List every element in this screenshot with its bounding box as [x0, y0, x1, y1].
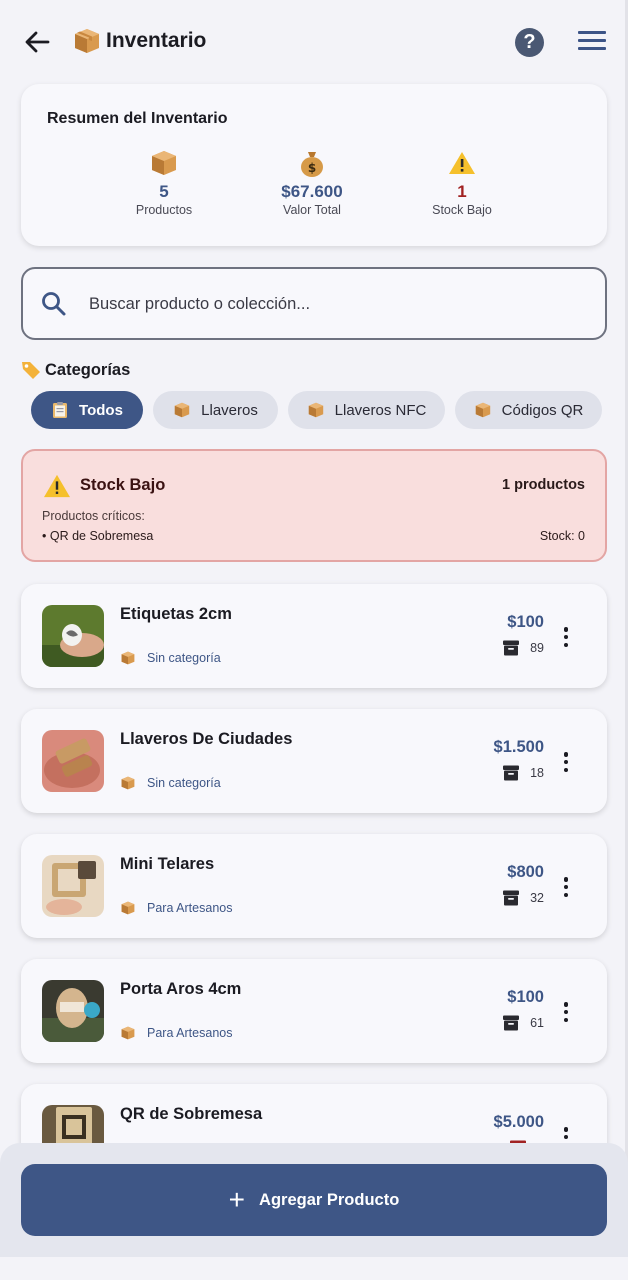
- categories-heading: Categorías: [20, 359, 130, 381]
- stat-low-stock-value: 1: [457, 182, 467, 201]
- category-chip-label: Todos: [79, 401, 123, 419]
- question-icon[interactable]: ?: [515, 28, 544, 57]
- product-price: $1.500: [493, 738, 544, 756]
- category-chip-llaveros[interactable]: Llaveros: [153, 391, 278, 429]
- stat-total-value-label: Valor Total: [283, 203, 341, 217]
- low-stock-count: 1 productos: [502, 477, 585, 493]
- search-bar[interactable]: [21, 267, 607, 340]
- product-category-label: Para Artesanos: [147, 901, 233, 915]
- plus-icon: +: [228, 1184, 246, 1215]
- stat-total-value: $ $67.600 Valor Total: [247, 148, 377, 217]
- product-stock: 61: [502, 1014, 544, 1032]
- search-icon: [42, 292, 66, 316]
- page-title-group: Inventario: [72, 26, 206, 56]
- tag-icon: [22, 362, 40, 379]
- svg-text:$: $: [308, 161, 316, 175]
- archive-box-icon: [503, 890, 520, 906]
- stat-low-stock-label: Stock Bajo: [432, 203, 492, 217]
- product-category: Sin categoría: [120, 650, 221, 666]
- product-stock-count: 32: [530, 891, 544, 905]
- product-category-label: Sin categoría: [147, 651, 221, 665]
- stat-low-stock: 1 Stock Bajo: [397, 148, 527, 217]
- category-chip-llaveros-nfc[interactable]: Llaveros NFC: [288, 391, 445, 429]
- product-thumbnail: [42, 855, 104, 917]
- add-product-label: Agregar Producto: [259, 1190, 400, 1209]
- bottom-safe-area: [0, 1257, 628, 1280]
- hamburger-menu-icon[interactable]: [578, 31, 606, 53]
- product-stock-count: 89: [530, 641, 544, 655]
- product-price: $800: [507, 863, 544, 881]
- category-chip-codigos-qr[interactable]: Códigos QR: [455, 391, 602, 429]
- app-header: Inventario ?: [0, 0, 628, 84]
- product-thumbnail: [42, 980, 104, 1042]
- stat-products: 5 Productos: [99, 148, 229, 217]
- product-stock: 32: [502, 889, 544, 907]
- arrow-left-icon[interactable]: [22, 27, 52, 57]
- low-stock-subtitle: Productos críticos:: [42, 509, 145, 523]
- more-options-icon[interactable]: [563, 877, 569, 897]
- warning-icon: [44, 474, 70, 498]
- clipboard-icon: [53, 402, 68, 418]
- package-icon: [308, 402, 323, 418]
- package-icon: [152, 151, 176, 175]
- stat-products-label: Productos: [135, 203, 193, 217]
- product-card[interactable]: Porta Aros 4cm Para Artesanos $100 61: [21, 959, 607, 1063]
- more-options-icon[interactable]: [563, 1002, 569, 1022]
- product-name: QR de Sobremesa: [120, 1105, 263, 1123]
- product-name: Llaveros De Ciudades: [120, 730, 293, 748]
- package-icon: [174, 402, 190, 418]
- page-title: Inventario: [106, 29, 207, 52]
- category-chip-label: Llaveros NFC: [334, 401, 427, 419]
- package-icon: [121, 651, 135, 665]
- product-price: $100: [507, 988, 544, 1006]
- stat-products-value: 5: [159, 182, 169, 201]
- archive-box-icon: [503, 640, 520, 656]
- product-category: Para Artesanos: [120, 1025, 232, 1041]
- stat-total-value-amount: $67.600: [281, 182, 343, 201]
- more-options-icon[interactable]: [563, 752, 569, 772]
- category-chip-todos[interactable]: Todos: [31, 391, 143, 429]
- package-icon: [121, 1026, 135, 1040]
- low-stock-alert[interactable]: Stock Bajo 1 productos Productos crítico…: [21, 449, 607, 562]
- product-name: Porta Aros 4cm: [120, 980, 242, 998]
- categories-heading-label: Categorías: [45, 360, 131, 379]
- product-name: Etiquetas 2cm: [120, 605, 232, 623]
- product-category-label: Sin categoría: [147, 776, 221, 790]
- summary-title: Resumen del Inventario: [47, 110, 228, 127]
- product-thumbnail: [42, 605, 104, 667]
- package-icon: [121, 901, 135, 915]
- archive-box-icon: [503, 765, 520, 781]
- package-icon: [75, 29, 99, 53]
- product-category-label: Para Artesanos: [147, 1026, 233, 1040]
- search-input[interactable]: [89, 291, 569, 317]
- warning-icon: [449, 152, 475, 174]
- archive-box-icon: [503, 1015, 520, 1031]
- package-icon: [475, 402, 490, 418]
- product-card[interactable]: Mini Telares Para Artesanos $800 32: [21, 834, 607, 938]
- add-product-button[interactable]: + Agregar Producto: [21, 1164, 607, 1236]
- low-stock-title: Stock Bajo: [80, 476, 166, 494]
- product-stock: 18: [502, 764, 544, 782]
- product-stock-count: 61: [530, 1016, 544, 1030]
- product-name: Mini Telares: [120, 855, 215, 873]
- product-stock: 89: [502, 639, 544, 657]
- more-options-icon[interactable]: [563, 627, 569, 647]
- product-category: Sin categoría: [120, 775, 221, 791]
- product-price: $5.000: [493, 1113, 544, 1131]
- product-stock-count: 18: [530, 766, 544, 780]
- money-bag-icon: $: [301, 152, 323, 177]
- category-chip-label: Llaveros: [201, 401, 258, 419]
- product-thumbnail: [42, 730, 104, 792]
- product-card[interactable]: Llaveros De Ciudades Sin categoría $1.50…: [21, 709, 607, 813]
- product-card[interactable]: Etiquetas 2cm Sin categoría $100 89: [21, 584, 607, 688]
- product-category: Para Artesanos: [120, 900, 232, 916]
- low-stock-item-stock: Stock: 0: [539, 529, 585, 543]
- package-icon: [121, 776, 135, 790]
- product-price: $100: [507, 613, 544, 631]
- category-chip-label: Códigos QR: [501, 401, 584, 419]
- low-stock-item: • QR de Sobremesa: [42, 529, 154, 543]
- inventory-summary-card: Resumen del Inventario 5 Productos $ $67…: [21, 84, 607, 246]
